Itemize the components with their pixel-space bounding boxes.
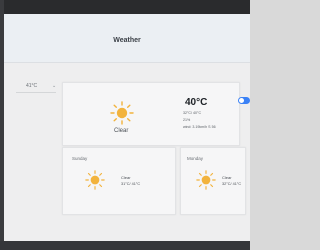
screen: Weather 41°C ⌄ Clear 40°C 32°C/ 40°C 21%… [4,14,250,241]
sun-icon [196,170,216,190]
current-humidity: 21% [183,118,191,122]
current-weather-card: Clear 40°C 32°C/ 40°C 21% wind: 3.19km/h… [62,82,240,146]
device-bezel-top [0,0,250,14]
forecast-day-name: Monday [187,156,204,161]
title-bar: Weather [4,14,250,63]
forecast-day-name: Sunday [72,156,88,161]
unit-select-value: 41°C [26,83,38,89]
app-title: Weather [113,37,141,44]
current-range: 32°C/ 40°C [183,111,202,115]
forecast-range: 32°C/ 41°C [222,182,242,186]
current-condition: Clear [114,128,129,134]
device-bezel-bottom [0,241,250,250]
sun-icon [85,170,105,190]
forecast-condition: Clear [222,175,232,180]
forecast-card-sunday: Sunday Clear 31°C/ 41°C [62,147,176,215]
forecast-card-monday: Monday Clear 32°C/ 41°C [180,147,246,215]
current-wind: wind: 3.19km/h S 56 [183,125,216,129]
current-temperature: 40°C [185,97,208,108]
units-toggle[interactable] [238,97,250,104]
sun-icon [110,101,134,125]
forecast-condition: Clear [121,175,131,180]
unit-select[interactable]: 41°C ⌄ [16,82,56,93]
chevron-down-icon: ⌄ [52,83,57,89]
forecast-range: 31°C/ 41°C [121,182,141,186]
